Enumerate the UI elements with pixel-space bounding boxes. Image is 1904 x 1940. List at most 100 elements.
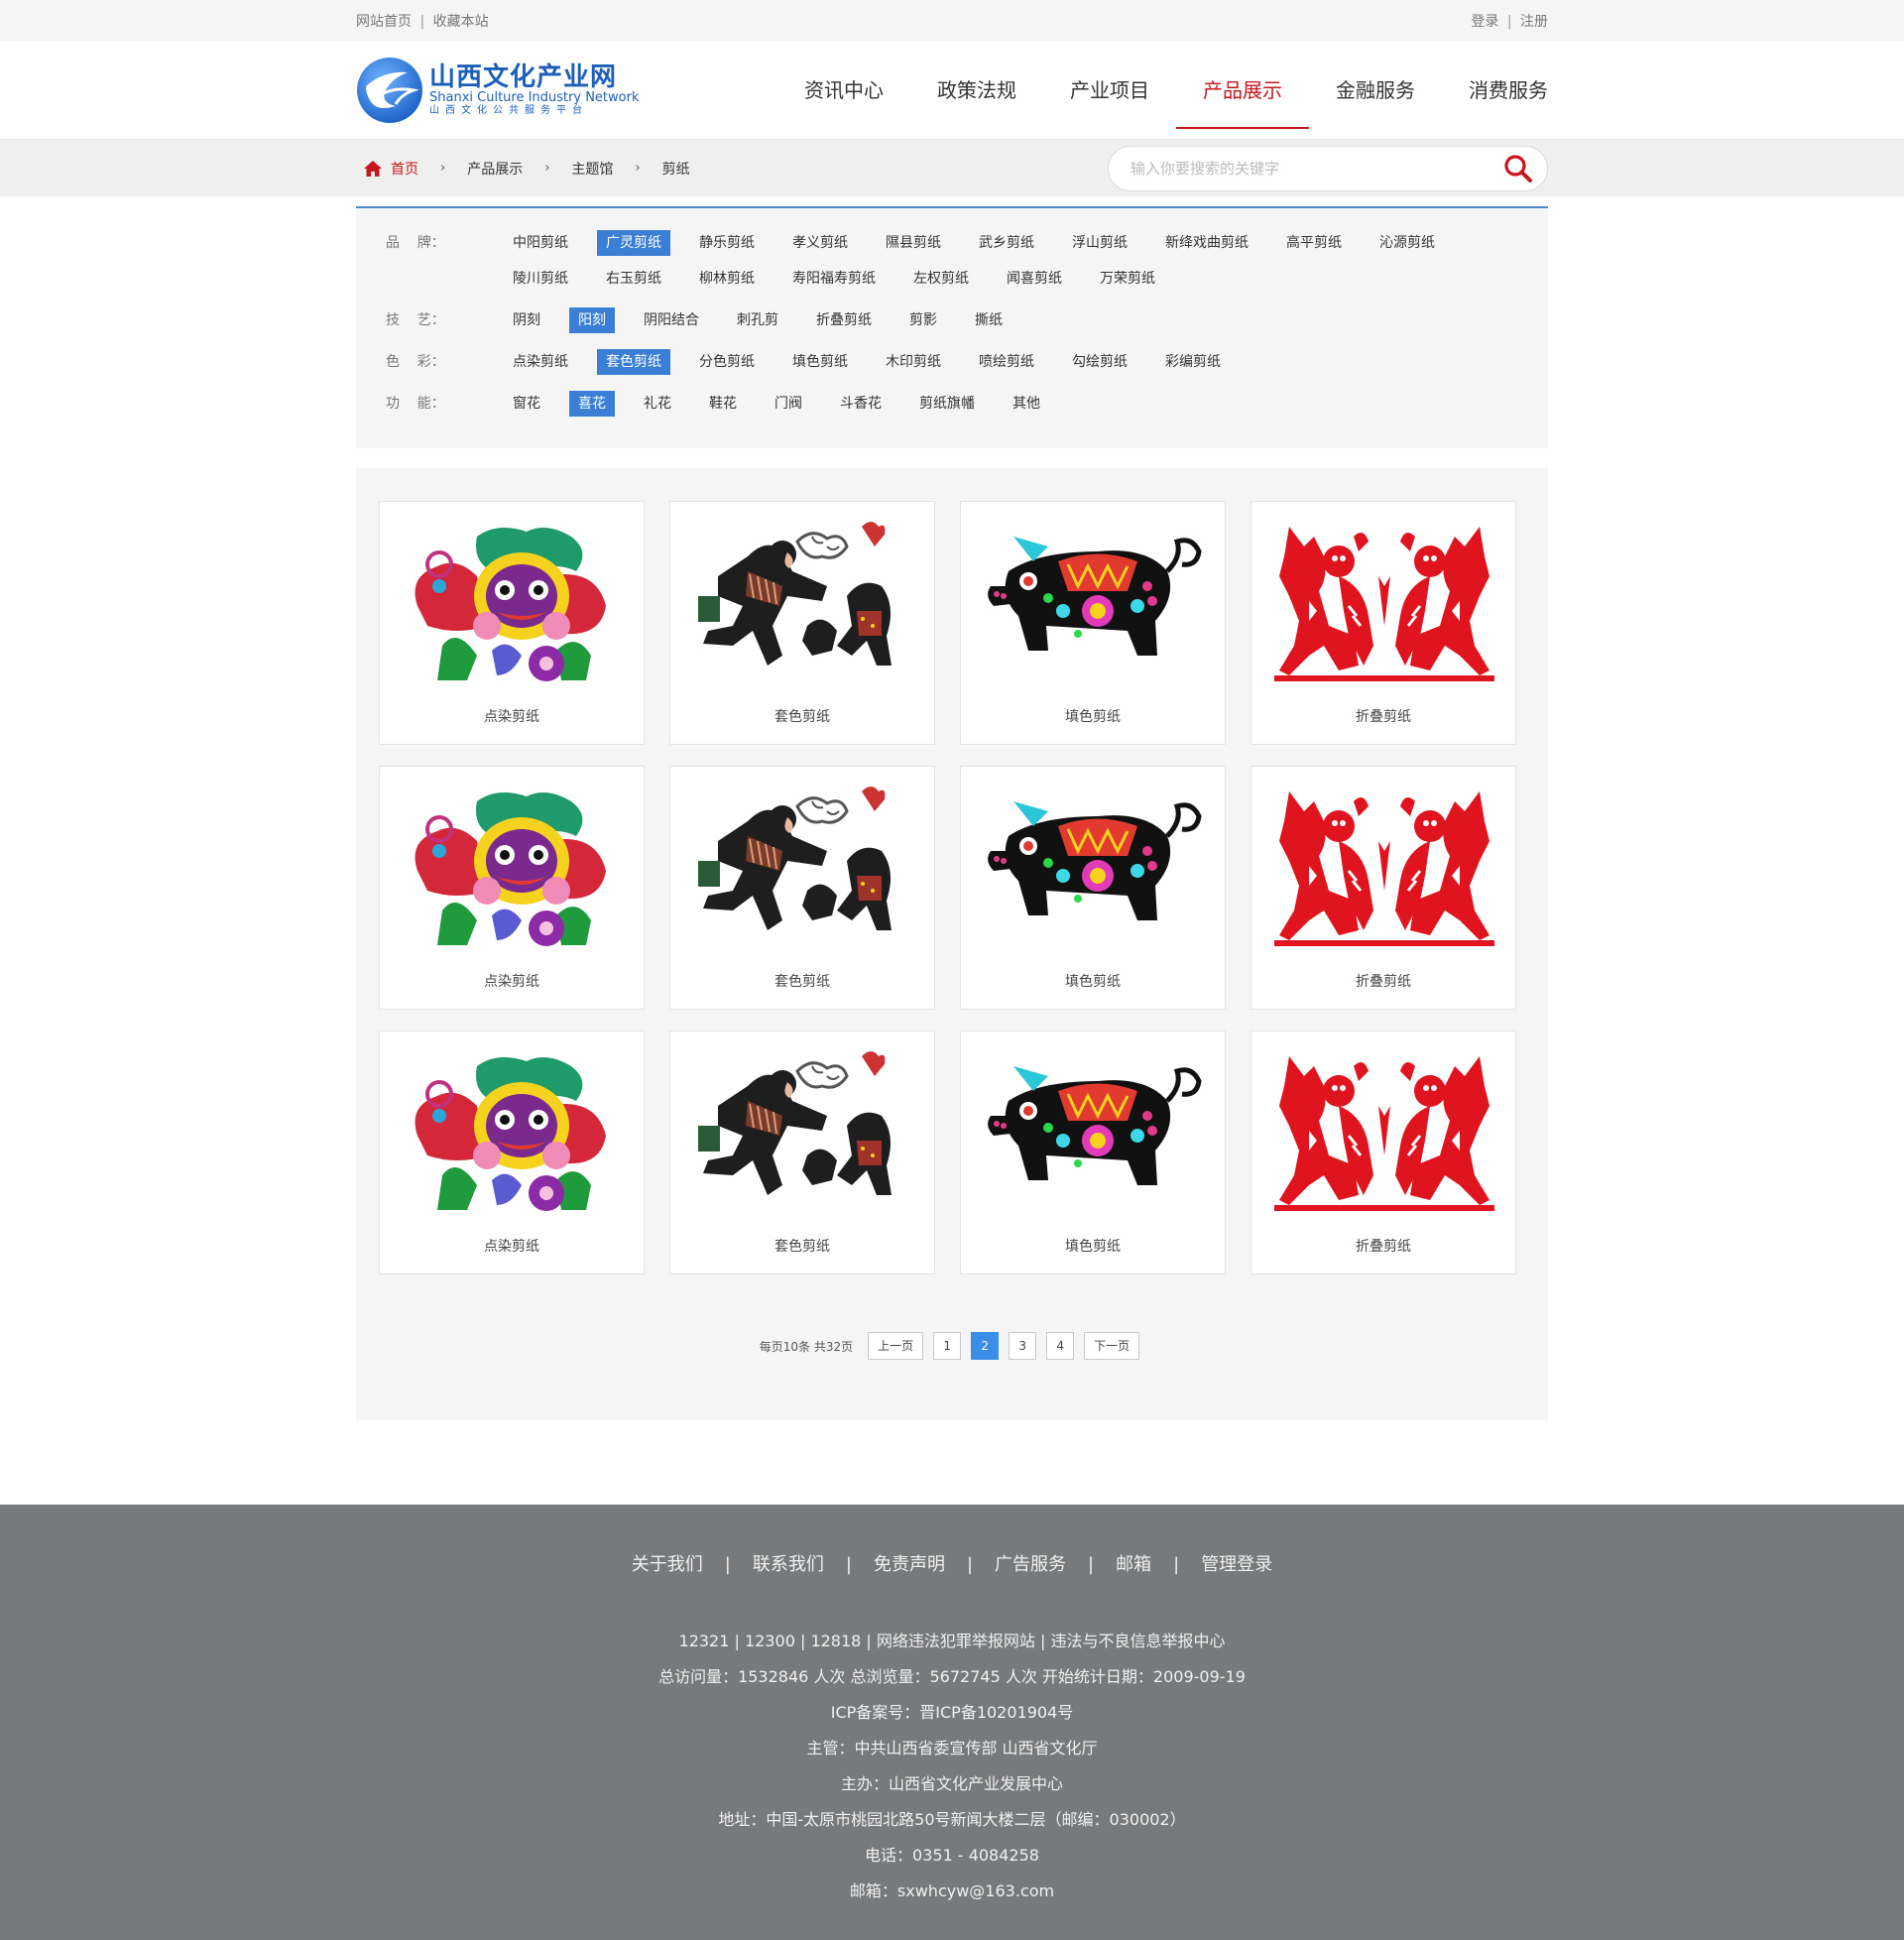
product-title[interactable]: 折叠剪纸 xyxy=(1251,706,1515,726)
product-card[interactable]: 填色剪纸 xyxy=(960,766,1226,1010)
product-title[interactable]: 折叠剪纸 xyxy=(1251,971,1515,991)
filter-option-color[interactable]: 彩编剪纸 xyxy=(1156,349,1230,375)
product-image[interactable] xyxy=(398,517,628,685)
filter-option-brand[interactable]: 浮山剪纸 xyxy=(1063,230,1136,256)
filter-option-function[interactable]: 剪纸旗幡 xyxy=(910,391,984,417)
filter-option-color[interactable]: 分色剪纸 xyxy=(690,349,764,375)
filter-option-brand[interactable]: 武乡剪纸 xyxy=(970,230,1043,256)
product-card[interactable]: 点染剪纸 xyxy=(379,766,645,1010)
nav-policy[interactable]: 政策法规 xyxy=(910,41,1043,140)
product-image[interactable] xyxy=(398,1046,628,1215)
filter-option-function[interactable]: 其他 xyxy=(1004,391,1049,417)
product-card[interactable]: 填色剪纸 xyxy=(960,501,1226,745)
product-image[interactable] xyxy=(979,517,1209,685)
filter-option-brand[interactable]: 左权剪纸 xyxy=(904,266,978,292)
filter-option-technique[interactable]: 撕纸 xyxy=(966,307,1012,333)
footer-link-contact[interactable]: 联系我们 xyxy=(753,1554,824,1575)
filter-option-brand[interactable]: 右玉剪纸 xyxy=(597,266,670,292)
filter-option-brand[interactable]: 寿阳福寿剪纸 xyxy=(783,266,885,292)
filter-option-brand[interactable]: 新绛戏曲剪纸 xyxy=(1156,230,1257,256)
filter-option-color[interactable]: 填色剪纸 xyxy=(783,349,857,375)
nav-news[interactable]: 资讯中心 xyxy=(777,41,910,140)
product-image[interactable] xyxy=(1269,782,1499,950)
bookmark-link[interactable]: 收藏本站 xyxy=(433,14,489,30)
filter-option-technique[interactable]: 折叠剪纸 xyxy=(807,307,881,333)
filter-option-function-selected[interactable]: 喜花 xyxy=(569,391,615,417)
product-image[interactable] xyxy=(1269,1046,1499,1215)
filter-option-color-selected[interactable]: 套色剪纸 xyxy=(597,349,670,375)
search-input[interactable] xyxy=(1130,159,1501,178)
page-button[interactable]: 1 xyxy=(933,1332,962,1360)
prev-page-button[interactable]: 上一页 xyxy=(868,1332,924,1360)
nav-products[interactable]: 产品展示 xyxy=(1176,41,1309,140)
nav-finance[interactable]: 金融服务 xyxy=(1309,41,1442,140)
filter-option-brand[interactable]: 孝义剪纸 xyxy=(783,230,857,256)
filter-option-technique-selected[interactable]: 阳刻 xyxy=(569,307,615,333)
filter-option-color[interactable]: 喷绘剪纸 xyxy=(970,349,1043,375)
filter-option-technique[interactable]: 阴刻 xyxy=(504,307,549,333)
product-title[interactable]: 填色剪纸 xyxy=(961,1236,1225,1256)
filter-option-brand[interactable]: 隰县剪纸 xyxy=(877,230,950,256)
product-card[interactable]: 折叠剪纸 xyxy=(1250,766,1516,1010)
product-image[interactable] xyxy=(688,517,918,685)
product-title[interactable]: 填色剪纸 xyxy=(961,706,1225,726)
product-card[interactable]: 点染剪纸 xyxy=(379,1031,645,1274)
filter-option-color[interactable]: 勾绘剪纸 xyxy=(1063,349,1136,375)
filter-option-function[interactable]: 窗花 xyxy=(504,391,549,417)
product-image[interactable] xyxy=(1269,517,1499,685)
filter-option-function[interactable]: 门阀 xyxy=(766,391,811,417)
filter-option-brand[interactable]: 静乐剪纸 xyxy=(690,230,764,256)
product-image[interactable] xyxy=(688,1046,918,1215)
filter-option-brand[interactable]: 沁源剪纸 xyxy=(1370,230,1444,256)
filter-option-brand[interactable]: 万荣剪纸 xyxy=(1091,266,1164,292)
filter-option-brand[interactable]: 中阳剪纸 xyxy=(504,230,577,256)
product-title[interactable]: 套色剪纸 xyxy=(670,706,934,726)
product-title[interactable]: 点染剪纸 xyxy=(380,1236,644,1256)
product-card[interactable]: 套色剪纸 xyxy=(669,1031,935,1274)
product-card[interactable]: 折叠剪纸 xyxy=(1250,501,1516,745)
footer-link-disclaimer[interactable]: 免责声明 xyxy=(874,1554,945,1575)
product-card[interactable]: 填色剪纸 xyxy=(960,1031,1226,1274)
product-card[interactable]: 套色剪纸 xyxy=(669,501,935,745)
filter-option-brand[interactable]: 高平剪纸 xyxy=(1277,230,1351,256)
login-link[interactable]: 登录 xyxy=(1471,14,1498,30)
product-title[interactable]: 套色剪纸 xyxy=(670,1236,934,1256)
product-title[interactable]: 填色剪纸 xyxy=(961,971,1225,991)
filter-option-technique[interactable]: 阴阳结合 xyxy=(635,307,708,333)
site-logo[interactable]: 山西文化产业网 Shanxi Culture Industry Network … xyxy=(356,57,639,124)
product-card[interactable]: 点染剪纸 xyxy=(379,501,645,745)
product-title[interactable]: 套色剪纸 xyxy=(670,971,934,991)
footer-link-about[interactable]: 关于我们 xyxy=(632,1554,703,1575)
product-title[interactable]: 折叠剪纸 xyxy=(1251,1236,1515,1256)
filter-option-color[interactable]: 点染剪纸 xyxy=(504,349,577,375)
filter-option-brand[interactable]: 陵川剪纸 xyxy=(504,266,577,292)
filter-option-brand[interactable]: 闻喜剪纸 xyxy=(998,266,1071,292)
filter-option-brand[interactable]: 柳林剪纸 xyxy=(690,266,764,292)
product-card[interactable]: 套色剪纸 xyxy=(669,766,935,1010)
page-button[interactable]: 4 xyxy=(1046,1332,1075,1360)
filter-option-function[interactable]: 礼花 xyxy=(635,391,680,417)
register-link[interactable]: 注册 xyxy=(1520,14,1548,30)
product-image[interactable] xyxy=(979,782,1209,950)
breadcrumb-theme-hall[interactable]: 主题馆 xyxy=(571,159,613,179)
footer-link-mail[interactable]: 邮箱 xyxy=(1116,1554,1151,1575)
nav-projects[interactable]: 产业项目 xyxy=(1043,41,1176,140)
product-image[interactable] xyxy=(688,782,918,950)
product-title[interactable]: 点染剪纸 xyxy=(380,971,644,991)
page-button[interactable]: 3 xyxy=(1009,1332,1037,1360)
footer-link-ads[interactable]: 广告服务 xyxy=(995,1554,1066,1575)
search-icon[interactable] xyxy=(1501,152,1535,185)
filter-option-brand-selected[interactable]: 广灵剪纸 xyxy=(597,230,670,256)
breadcrumb-products[interactable]: 产品展示 xyxy=(467,159,523,179)
product-card[interactable]: 折叠剪纸 xyxy=(1250,1031,1516,1274)
page-button-current[interactable]: 2 xyxy=(971,1332,1000,1360)
nav-consumer[interactable]: 消费服务 xyxy=(1442,41,1548,140)
filter-option-technique[interactable]: 刺孔剪 xyxy=(728,307,787,333)
next-page-button[interactable]: 下一页 xyxy=(1084,1332,1140,1360)
filter-option-function[interactable]: 鞋花 xyxy=(700,391,746,417)
filter-option-technique[interactable]: 剪影 xyxy=(900,307,946,333)
filter-option-color[interactable]: 木印剪纸 xyxy=(877,349,950,375)
site-home-link[interactable]: 网站首页 xyxy=(356,14,412,30)
footer-link-admin[interactable]: 管理登录 xyxy=(1201,1554,1272,1575)
breadcrumb-home[interactable]: 首页 xyxy=(391,159,418,179)
